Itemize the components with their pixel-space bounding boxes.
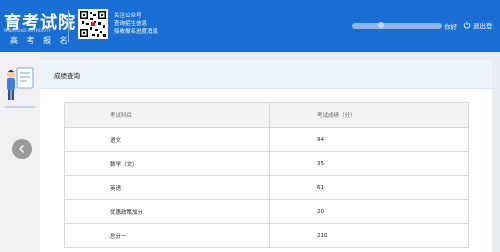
subject-cell: 英语 — [64, 175, 270, 200]
prev-slide-button[interactable] — [12, 139, 32, 159]
score-table: 考试科目 考试成绩（分） 语文 94 数学（文） 35 英语 61 优惠政策加分… — [64, 102, 469, 248]
subject-cell: 总分一 — [64, 223, 270, 248]
table-row: 语文 94 — [64, 127, 469, 152]
column-header-subject: 考试科目 — [64, 102, 270, 128]
qr-line: 接收报名进度消息 — [114, 29, 159, 35]
table-row: 数学（文） 35 — [64, 151, 469, 176]
qr-code-icon — [78, 9, 108, 39]
user-status-dot — [378, 22, 384, 28]
qr-description: 关注公众号 查询招生信息 接收报名进度消息 — [114, 12, 158, 36]
welcome-text: 你好 — [444, 23, 457, 31]
logout-label: 退出登 — [473, 22, 493, 30]
qr-line: 关注公众号 — [114, 13, 142, 19]
table-row: 英语 61 — [64, 175, 469, 200]
card-header: 成绩查询 — [40, 60, 492, 89]
score-cell: 94 — [269, 127, 469, 152]
site-header: 育考试院 MINATIONS AUTHORITY 高 考 报 名 关注公众号 查… — [0, 0, 500, 52]
user-name-blurred — [352, 23, 442, 29]
header-divider — [68, 10, 69, 42]
logo-english: MINATIONS AUTHORITY — [4, 28, 51, 33]
qr-line: 查询招生信息 — [114, 21, 148, 27]
table-row: 总分一 210 — [64, 223, 469, 248]
subject-cell: 语文 — [64, 127, 270, 152]
score-cell: 210 — [269, 223, 469, 248]
score-cell: 61 — [269, 175, 469, 200]
column-header-score: 考试成绩（分） — [269, 102, 469, 128]
score-query-card: 成绩查询 考试科目 考试成绩（分） 语文 94 数学（文） 35 英语 61 优… — [40, 60, 492, 252]
person-illustration-icon — [3, 62, 37, 112]
score-cell: 35 — [269, 151, 469, 176]
subject-cell: 数学（文） — [64, 151, 270, 176]
subject-cell: 优惠政策加分 — [64, 199, 270, 224]
chevron-left-icon — [19, 145, 24, 153]
logo-subtitle: 高 考 报 名 — [10, 36, 71, 45]
card-title: 成绩查询 — [54, 72, 80, 80]
table-header-row: 考试科目 考试成绩（分） — [64, 102, 469, 128]
table-row: 优惠政策加分 20 — [64, 199, 469, 224]
logout-button[interactable]: 退出登 — [463, 20, 493, 30]
score-cell: 20 — [269, 199, 469, 224]
power-icon — [463, 21, 471, 29]
